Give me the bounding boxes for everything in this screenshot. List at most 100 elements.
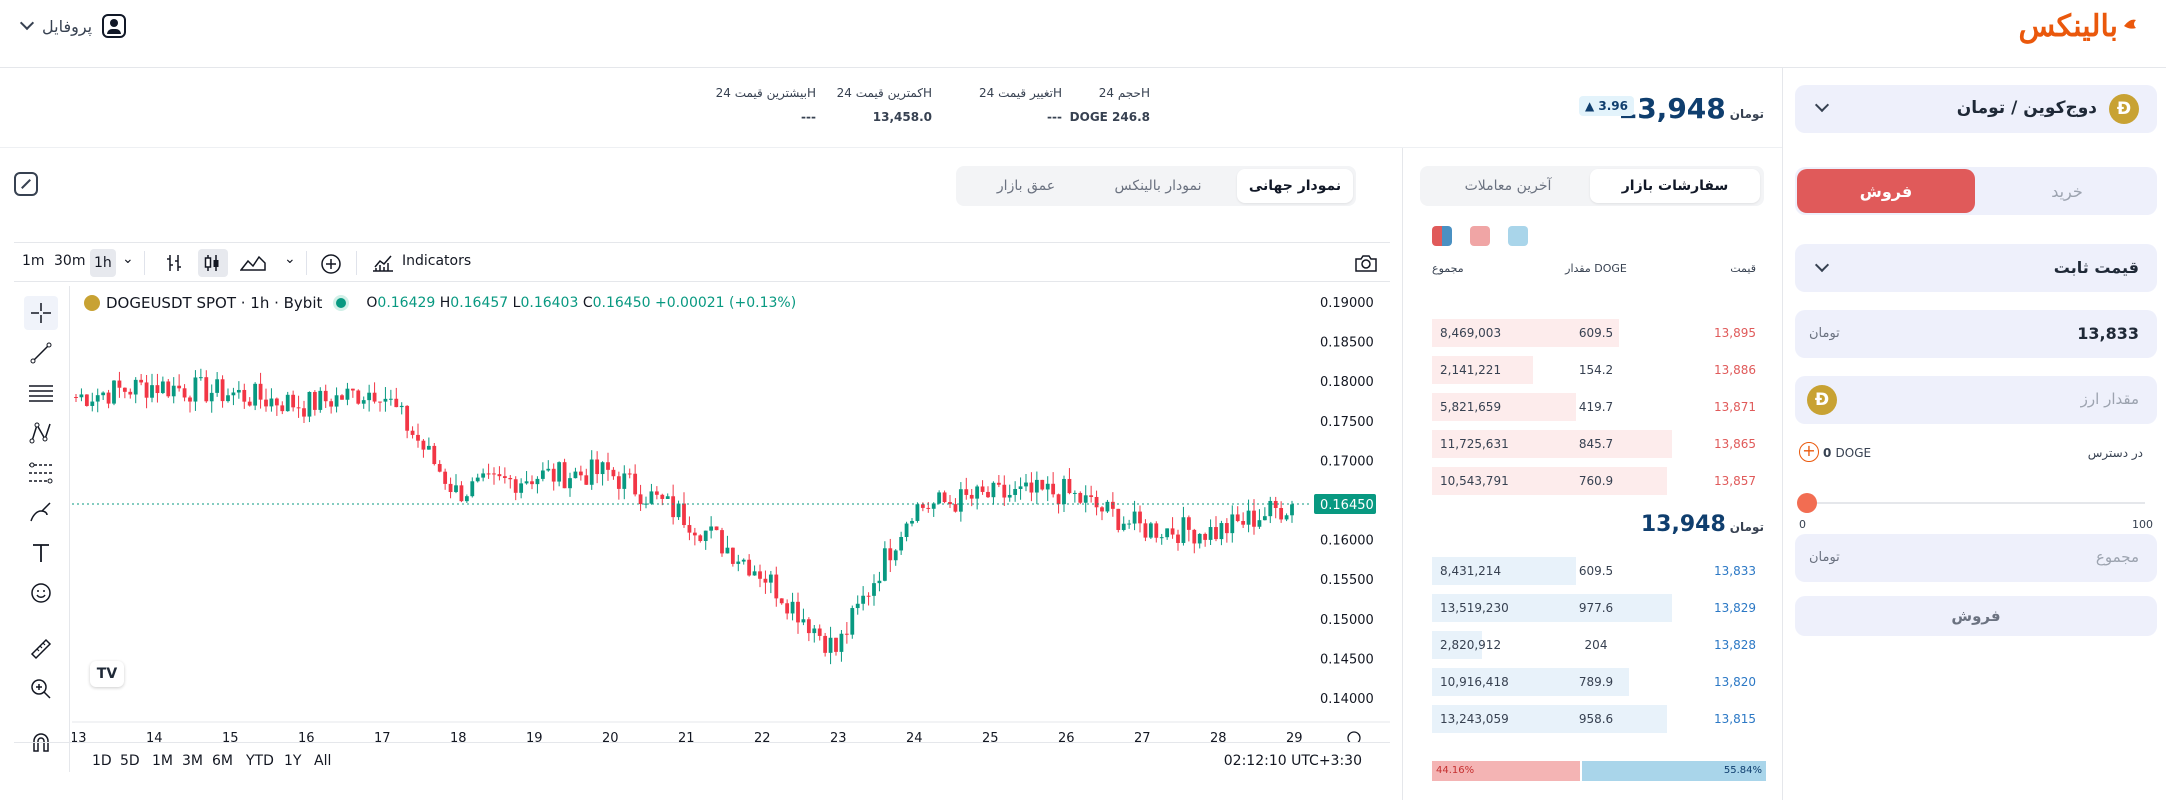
candle-body [226,395,230,402]
view-both-icon[interactable] [1432,226,1452,246]
row-amount: 419.7 [1578,400,1614,414]
buy-ratio: 55.84% [1582,761,1766,781]
candle-body [752,571,757,576]
stat-volume-label: حجم 24H [1098,86,1150,100]
date-tick-label: 24 [906,731,923,742]
pair-selector[interactable]: Ð دوج‌کوین / تومان [1795,85,2157,133]
candle-body [155,385,160,394]
tab-balinex-chart[interactable]: نمودار بالینکس [1088,166,1228,206]
range-toolbar: 1D 5D 1M 3M 6M YTD 1Y All 02:12:10 UTC+3… [14,742,1390,776]
ask-row[interactable]: 8,469,003 609.5 13,895 [1430,319,1764,347]
candle-body [1252,510,1256,527]
interval-30m[interactable]: 30m [54,253,85,269]
tab-global-chart[interactable]: نمودار جهانی [1237,169,1353,203]
range-1y[interactable]: 1Y [284,753,301,769]
indicators-icon[interactable] [372,253,394,273]
pattern-icon[interactable] [24,416,58,450]
bar-style-icon[interactable] [164,253,184,273]
total-input[interactable]: مجموع تومان [1795,534,2157,582]
emoji-icon[interactable] [24,576,58,610]
candle-body [958,489,963,512]
range-ytd[interactable]: YTD [246,753,274,769]
brush-icon[interactable] [24,496,58,530]
bid-row[interactable]: 13,519,230 977.6 13,829 [1430,594,1764,622]
ruler-icon[interactable] [24,632,58,666]
candle-body [1121,523,1126,530]
chevron-down-icon[interactable]: ⌄ [122,251,134,267]
indicators-button[interactable]: Indicators [402,253,471,269]
row-total: 5,821,659 [1440,400,1502,414]
slider-knob[interactable] [1797,493,1817,513]
bid-row[interactable]: 8,431,214 609.5 13,833 [1430,557,1764,585]
tab-recent-trades[interactable]: آخرین معاملات [1428,169,1588,203]
range-1d[interactable]: 1D [92,753,112,769]
sell-submit-button[interactable]: فروش [1795,596,2157,636]
tradingview-logo[interactable]: TV [90,661,124,687]
area-chart-icon[interactable] [240,253,266,273]
chevron-down-icon[interactable]: ⌄ [284,251,296,267]
candle-body [247,401,252,406]
price-input[interactable]: 13,833 تومان [1795,310,2157,358]
candle-body [448,483,453,493]
bid-row[interactable]: 10,916,418 789.9 13,820 [1430,668,1764,696]
range-3m[interactable]: 3M [182,753,203,769]
candle-body [1018,486,1023,490]
profile-menu[interactable]: پروفایل [19,14,127,38]
stat-high-value: --- [801,110,816,124]
candle-body [595,459,600,475]
view-asks-icon[interactable] [1470,226,1490,246]
price-tick-label: 0.14000 [1320,692,1374,707]
candle-body [975,486,980,499]
amount-input[interactable]: مقدار ارز Ð [1795,376,2157,424]
brand-logo[interactable]: بالینکس [2018,8,2138,44]
ask-row[interactable]: 10,543,791 760.9 13,857 [1430,467,1764,495]
trend-line-icon[interactable] [24,336,58,370]
prediction-icon[interactable] [24,456,58,490]
ask-row[interactable]: 5,821,659 419.7 13,871 [1430,393,1764,421]
candle-body [638,494,643,505]
price-chart[interactable]: 0.190000.185000.180000.175000.170000.165… [72,286,1390,742]
camera-icon[interactable] [1354,253,1378,273]
tab-buy[interactable]: خرید [1977,167,2157,215]
candle-body [198,377,203,379]
zoom-icon[interactable] [24,672,58,706]
candle-body [1230,514,1235,534]
crosshair-icon[interactable] [24,296,58,330]
ask-row[interactable]: 2,141,221 154.2 13,886 [1430,356,1764,384]
candle-body [421,440,426,450]
candle-body [926,507,931,509]
row-price: 13,871 [1714,400,1756,414]
range-5d[interactable]: 5D [120,753,140,769]
range-all[interactable]: All [314,753,331,769]
tab-market-depth[interactable]: عمق بازار [966,166,1086,206]
amount-slider[interactable]: 0 100 [1795,486,2157,531]
candle-body [877,580,882,584]
brand-swoosh-icon [2124,19,2136,29]
view-bids-icon[interactable] [1508,226,1528,246]
candle-body [557,462,562,482]
candle-body [95,395,100,402]
candle-body [502,476,507,478]
tab-order-book[interactable]: سفارشات بازار [1590,169,1760,203]
candle-body [1257,520,1262,527]
bid-row[interactable]: 2,820,912 204 13,828 [1430,631,1764,659]
order-type-select[interactable]: قیمت ثابت [1795,244,2157,292]
range-6m[interactable]: 6M [212,753,233,769]
ask-row[interactable]: 11,725,631 845.7 13,865 [1430,430,1764,458]
text-icon[interactable] [24,536,58,570]
bid-row[interactable]: 13,243,059 958.6 13,815 [1430,705,1764,733]
deposit-plus-icon[interactable]: + [1799,442,1819,462]
fib-lines-icon[interactable] [24,376,58,410]
expand-icon[interactable] [14,172,38,196]
candles-icon[interactable] [198,249,228,277]
chevron-down-icon [19,15,35,31]
candle-body [204,377,209,402]
range-1m[interactable]: 1M [152,753,173,769]
mid-price-currency: تومان [1729,520,1764,534]
interval-1m[interactable]: 1m [22,253,45,269]
tab-sell[interactable]: فروش [1797,169,1975,213]
compare-add-icon[interactable] [320,253,342,275]
interval-1h[interactable]: 1h [90,249,116,277]
candle-body [1165,528,1170,538]
candle-body [1072,492,1077,494]
